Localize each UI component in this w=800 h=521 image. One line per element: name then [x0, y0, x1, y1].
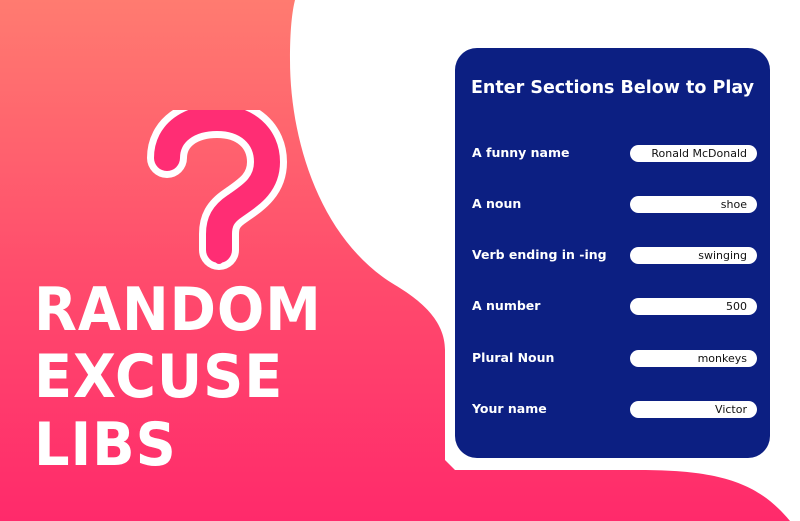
title-line-2: EXCUSE [34, 342, 284, 412]
excuse-libs-screen: RANDOM EXCUSE LIBS Enter Sections Below … [0, 0, 800, 521]
field-row-verb-ing: Verb ending in -ing [472, 246, 757, 266]
title-line-1: RANDOM [34, 275, 322, 345]
verb-ing-input[interactable] [630, 247, 757, 264]
noun-input[interactable] [630, 196, 757, 213]
field-row-your-name: Your name [472, 400, 757, 420]
field-label-funny-name: A funny name [472, 145, 570, 160]
question-mark-icon [147, 110, 287, 270]
field-label-your-name: Your name [472, 401, 547, 416]
plural-noun-input[interactable] [630, 350, 757, 367]
funny-name-input[interactable] [630, 145, 757, 162]
field-label-noun: A noun [472, 196, 522, 211]
field-row-funny-name: A funny name [472, 144, 757, 164]
form-heading: Enter Sections Below to Play [470, 78, 755, 98]
number-input[interactable] [630, 298, 757, 315]
title-line-3: LIBS [34, 410, 177, 480]
field-label-number: A number [472, 298, 541, 313]
field-row-number: A number [472, 297, 757, 317]
field-label-verb-ing: Verb ending in -ing [472, 247, 607, 262]
play-form-panel: Enter Sections Below to Play A funny nam… [455, 48, 770, 458]
your-name-input[interactable] [630, 401, 757, 418]
field-row-noun: A noun [472, 195, 757, 215]
field-label-plural-noun: Plural Noun [472, 350, 555, 365]
field-row-plural-noun: Plural Noun [472, 349, 757, 369]
